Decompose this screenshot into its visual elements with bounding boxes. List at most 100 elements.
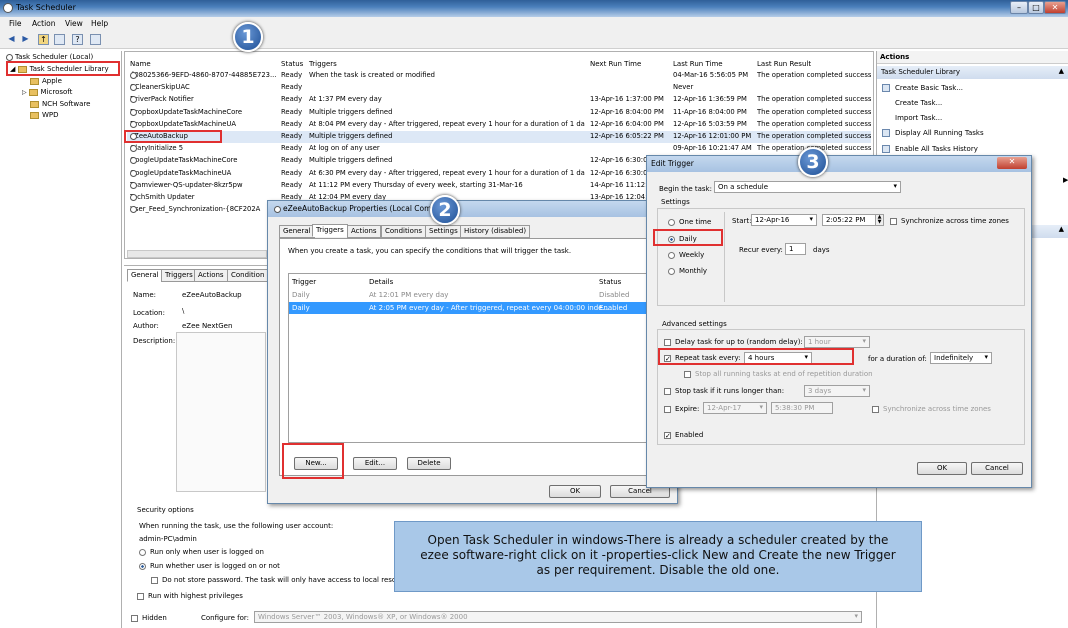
menu-help[interactable]: Help bbox=[91, 19, 108, 28]
delay-dropdown[interactable]: 1 hour bbox=[804, 336, 870, 348]
actions-section-header[interactable]: Task Scheduler Library ▲ bbox=[877, 66, 1068, 79]
column-header-status[interactable]: Status bbox=[599, 278, 621, 286]
back-arrow-icon[interactable]: ◀ bbox=[6, 34, 17, 45]
trigger-row-old[interactable]: Daily At 12:01 PM every day Disabled bbox=[289, 290, 648, 301]
table-cell: Ready bbox=[281, 83, 303, 92]
configure-dropdown[interactable]: Windows Server™ 2003, Windows® XP, or Wi… bbox=[254, 611, 862, 623]
tab-actions[interactable]: Actions bbox=[194, 269, 228, 282]
horizontal-scrollbar[interactable] bbox=[127, 250, 267, 258]
close-icon[interactable]: ✕ bbox=[997, 157, 1027, 169]
column-header-name[interactable]: Name bbox=[130, 60, 151, 68]
window-title: Task Scheduler bbox=[16, 3, 76, 12]
menu-action[interactable]: Action bbox=[32, 19, 56, 28]
maximize-button[interactable]: □ bbox=[1028, 1, 1044, 14]
table-row[interactable]: CCleanerSkipUAC Ready Never bbox=[127, 82, 871, 94]
ok-button[interactable]: OK bbox=[549, 485, 601, 498]
close-button[interactable]: ✕ bbox=[1044, 1, 1066, 14]
hidden-checkbox[interactable]: Hidden bbox=[131, 614, 167, 622]
help-icon[interactable]: ? bbox=[72, 34, 83, 45]
action-create-basic-task[interactable]: Create Basic Task... bbox=[882, 84, 963, 92]
column-header-status[interactable]: Status bbox=[281, 60, 303, 68]
column-header-trigger[interactable]: Trigger bbox=[292, 278, 316, 286]
action-enable-history[interactable]: Enable All Tasks History bbox=[882, 145, 978, 153]
task-name: Teamviewer-QS-updater-8kzr5pw bbox=[130, 180, 243, 189]
tree-library[interactable]: ◢ Task Scheduler Library bbox=[10, 65, 109, 73]
checkbox-icon bbox=[151, 576, 158, 584]
stop-all-checkbox[interactable]: Stop all running tasks at end of repetit… bbox=[684, 370, 873, 378]
menu-view[interactable]: View bbox=[65, 19, 83, 28]
table-row[interactable]: eZeeAutoBackup Ready Multiple triggers def… bbox=[127, 131, 871, 143]
one-time-radio[interactable]: One time bbox=[668, 218, 711, 226]
folder-up-icon[interactable]: ↑ bbox=[38, 34, 49, 45]
radio-icon bbox=[668, 267, 675, 275]
tab-actions[interactable]: Actions bbox=[347, 225, 381, 238]
minimize-button[interactable]: – bbox=[1010, 1, 1028, 14]
action-create-task[interactable]: Create Task... bbox=[882, 99, 942, 107]
table-row[interactable]: DropboxUpdateTaskMachineCore Ready Multipl… bbox=[127, 107, 871, 119]
expand-arrow-icon[interactable]: ▶ bbox=[1063, 176, 1068, 184]
table-row[interactable]: GlaryInitialize 5 Ready At log on of any u… bbox=[127, 143, 871, 155]
duration-dropdown[interactable]: Indefinitely bbox=[930, 352, 992, 364]
stop-duration-dropdown[interactable]: 3 days bbox=[804, 385, 870, 397]
console-tree-icon[interactable] bbox=[54, 34, 65, 45]
tree-item-apple[interactable]: Apple bbox=[30, 77, 62, 85]
table-row[interactable]: {08025366-9EFD-4860-8707-44885E723... Rea… bbox=[127, 70, 871, 82]
tab-general[interactable]: General bbox=[279, 225, 315, 238]
expand-arrow-icon[interactable]: ◢ bbox=[10, 65, 18, 73]
tab-settings[interactable]: Settings bbox=[425, 225, 462, 238]
recur-field[interactable]: 1 bbox=[785, 243, 806, 255]
time-spinner-icon[interactable]: ▲ ▼ bbox=[875, 214, 884, 226]
begin-task-dropdown[interactable]: On a schedule bbox=[714, 181, 901, 193]
column-header-triggers[interactable]: Triggers bbox=[309, 60, 337, 68]
tree-item-wpd[interactable]: WPD bbox=[30, 111, 59, 119]
forward-arrow-icon[interactable]: ▶ bbox=[20, 34, 31, 45]
column-header-last-result[interactable]: Last Run Result bbox=[757, 60, 811, 68]
tab-triggers[interactable]: Triggers bbox=[161, 269, 197, 282]
action-display-running-tasks[interactable]: Display All Running Tasks bbox=[882, 129, 984, 137]
tab-history[interactable]: History (disabled) bbox=[460, 225, 531, 238]
tree-root[interactable]: Task Scheduler (Local) bbox=[6, 53, 93, 61]
weekly-radio[interactable]: Weekly bbox=[668, 251, 704, 259]
tab-triggers[interactable]: Triggers bbox=[312, 224, 348, 237]
tab-conditions[interactable]: Condition bbox=[227, 269, 269, 282]
repeat-checkbox[interactable]: ✓ Repeat task every: bbox=[664, 354, 740, 362]
actions-section-header-2[interactable]: ▲ bbox=[1027, 225, 1068, 238]
delay-checkbox[interactable]: Delay task for up to (random delay): bbox=[664, 338, 803, 346]
table-row[interactable]: DriverPack Notifier Ready At 1:37 PM every… bbox=[127, 94, 871, 106]
delete-trigger-button[interactable]: Delete bbox=[407, 457, 451, 470]
trigger-row-new[interactable]: Daily At 2:05 PM every day - After trigg… bbox=[289, 302, 648, 314]
run-whether-logged-on-radio[interactable]: Run whether user is logged on or not bbox=[139, 562, 280, 570]
properties-icon[interactable] bbox=[90, 34, 101, 45]
column-header-details[interactable]: Details bbox=[369, 278, 393, 286]
action-import-task[interactable]: Import Task... bbox=[882, 114, 942, 122]
monthly-radio[interactable]: Monthly bbox=[668, 267, 707, 275]
tree-item-microsoft[interactable]: ▷ Microsoft bbox=[22, 88, 72, 96]
menu-file[interactable]: File bbox=[9, 19, 22, 28]
expire-checkbox[interactable]: Expire: bbox=[664, 405, 699, 413]
table-row[interactable]: DropboxUpdateTaskMachineUA Ready At 8:04 P… bbox=[127, 119, 871, 131]
column-header-last-run[interactable]: Last Run Time bbox=[673, 60, 723, 68]
tree-item-nch-software[interactable]: NCH Software bbox=[30, 100, 90, 108]
new-trigger-button[interactable]: New... bbox=[294, 457, 338, 470]
edit-trigger-button[interactable]: Edit... bbox=[353, 457, 397, 470]
expire-sync-checkbox[interactable]: Synchronize across time zones bbox=[872, 405, 991, 413]
tab-conditions[interactable]: Conditions bbox=[381, 225, 427, 238]
task-clock-icon bbox=[130, 72, 137, 79]
expire-time-field[interactable]: 5:38:30 PM bbox=[771, 402, 833, 414]
collapse-arrow-icon[interactable]: ▲ bbox=[1059, 67, 1064, 75]
highest-privileges-checkbox[interactable]: Run with highest privileges bbox=[137, 592, 243, 600]
description-box[interactable] bbox=[176, 332, 266, 492]
tab-general[interactable]: General bbox=[127, 269, 163, 282]
enabled-checkbox[interactable]: ✓ Enabled bbox=[664, 431, 703, 439]
stop-if-checkbox[interactable]: Stop task if it runs longer than: bbox=[664, 387, 784, 395]
sync-time-zones-checkbox[interactable]: Synchronize across time zones bbox=[890, 217, 1009, 225]
do-not-store-password-checkbox[interactable]: Do not store password. The task will onl… bbox=[151, 576, 401, 584]
daily-radio[interactable]: Daily bbox=[668, 235, 697, 243]
ok-button[interactable]: OK bbox=[917, 462, 967, 475]
start-date-picker[interactable]: 12-Apr-16 bbox=[751, 214, 817, 226]
expire-date-picker[interactable]: 12-Apr-17 bbox=[703, 402, 767, 414]
column-header-next-run[interactable]: Next Run Time bbox=[590, 60, 641, 68]
run-when-logged-on-radio[interactable]: Run only when user is logged on bbox=[139, 548, 264, 556]
repeat-dropdown[interactable]: 4 hours bbox=[744, 352, 812, 364]
cancel-button[interactable]: Cancel bbox=[971, 462, 1023, 475]
